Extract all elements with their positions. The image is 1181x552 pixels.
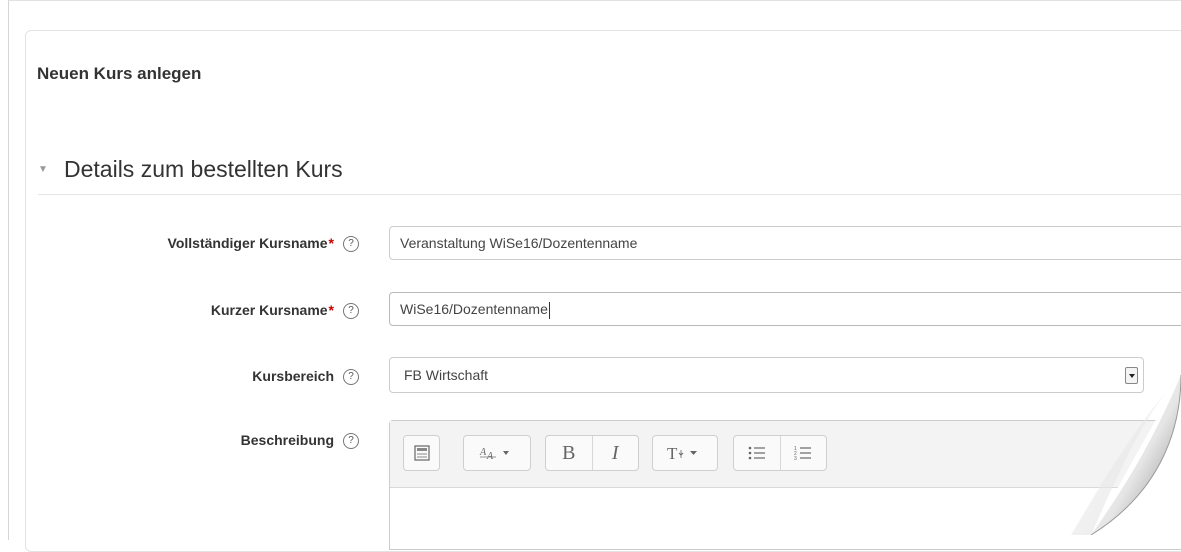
shortname-label: Kurzer Kursname* xyxy=(60,302,334,318)
bullet-list-button[interactable] xyxy=(734,436,780,470)
svg-text:3: 3 xyxy=(794,456,797,461)
required-marker: * xyxy=(328,235,334,251)
toolbar-group-toggle xyxy=(403,435,440,471)
toolbar-group-style: A A xyxy=(463,435,531,471)
category-value: FB Wirtschaft xyxy=(404,367,489,383)
description-editor[interactable]: A A B I T 1 2 3 xyxy=(389,420,1181,550)
fullname-label: Vollständiger Kursname* xyxy=(60,235,334,251)
page-title: Neuen Kurs anlegen xyxy=(37,64,202,83)
fullname-input[interactable]: Veranstaltung WiSe16/Dozentenname xyxy=(389,226,1181,260)
editor-toolbar: A A B I T 1 2 3 xyxy=(390,421,1181,488)
fullname-value: Veranstaltung WiSe16/Dozentenname xyxy=(400,235,638,251)
description-label-text: Beschreibung xyxy=(240,432,334,448)
shortname-label-text: Kurzer Kursname xyxy=(210,302,328,318)
toolbar-group-lists: 1 2 3 xyxy=(733,435,827,471)
shortname-input[interactable]: WiSe16/Dozentenname xyxy=(389,292,1181,326)
font-style-icon: A A xyxy=(479,447,509,461)
description-label: Beschreibung xyxy=(60,432,334,448)
font-style-button[interactable]: A A xyxy=(464,436,530,470)
toolbar-group-format: B I xyxy=(545,435,639,471)
text-format-icon: T xyxy=(667,444,697,462)
section-header[interactable]: ▼ Details zum bestellten Kurs xyxy=(38,156,1181,195)
category-label: Kursbereich xyxy=(60,368,334,384)
toolbar-group-textformat: T xyxy=(652,435,718,471)
bold-button[interactable]: B xyxy=(546,436,592,470)
editor-content-area[interactable] xyxy=(390,488,1181,549)
italic-button[interactable]: I xyxy=(591,436,639,470)
numbered-list-button[interactable]: 1 2 3 xyxy=(779,436,827,470)
bullet-list-icon xyxy=(748,446,765,460)
toolbar-toggle-button[interactable] xyxy=(404,436,439,470)
category-select[interactable]: FB Wirtschaft xyxy=(389,357,1144,393)
toolbar-toggle-icon xyxy=(413,445,430,461)
help-icon[interactable]: ? xyxy=(343,433,359,449)
svg-text:A: A xyxy=(486,451,494,461)
svg-text:T: T xyxy=(667,444,678,462)
help-icon[interactable]: ? xyxy=(343,236,359,252)
shortname-value: WiSe16/Dozentenname xyxy=(400,301,548,317)
section-title[interactable]: Details zum bestellten Kurs xyxy=(64,156,343,183)
fullname-label-text: Vollständiger Kursname xyxy=(167,235,328,251)
text-cursor xyxy=(548,301,550,319)
help-icon[interactable]: ? xyxy=(343,303,359,319)
dropdown-arrow-icon[interactable] xyxy=(1125,367,1138,384)
required-marker: * xyxy=(328,302,334,318)
collapse-caret-icon[interactable]: ▼ xyxy=(38,164,48,175)
category-label-text: Kursbereich xyxy=(252,368,334,384)
svg-text:A: A xyxy=(479,447,487,458)
numbered-list-icon: 1 2 3 xyxy=(794,446,812,461)
text-format-button[interactable]: T xyxy=(653,436,717,470)
help-icon[interactable]: ? xyxy=(343,369,359,385)
